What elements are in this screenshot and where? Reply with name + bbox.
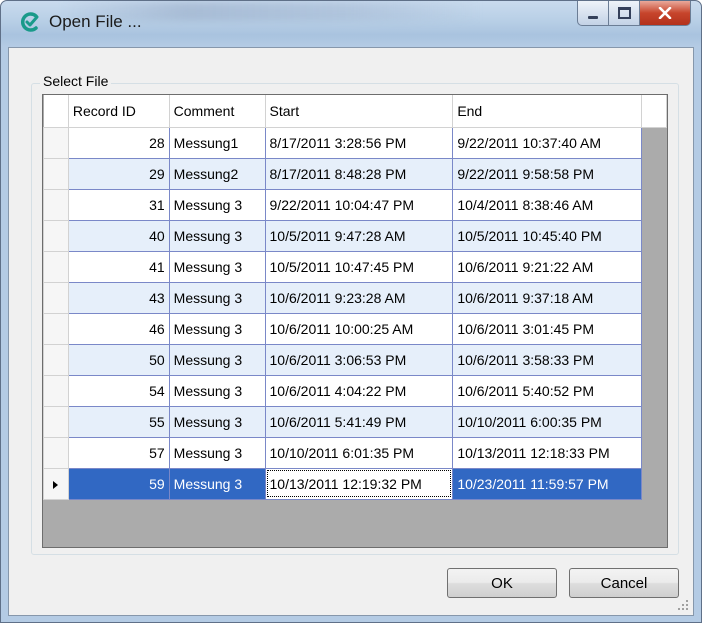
- table-row[interactable]: 59 Messung 3 10/13/2011 12:19:32 PM 10/23/2…: [43, 467, 667, 500]
- table-row[interactable]: 50 Messung 3 10/6/2011 3:06:53 PM 10/6/2011…: [43, 343, 667, 376]
- minimize-button[interactable]: [577, 1, 608, 26]
- table-row[interactable]: 46 Messung 3 10/6/2011 10:00:25 AM 10/6/201…: [43, 312, 667, 345]
- open-file-dialog: Open File ... Select File Record ID Comm…: [0, 0, 702, 623]
- row-header[interactable]: [43, 436, 69, 469]
- cell-record-id[interactable]: 54: [67, 374, 170, 407]
- cell-record-id[interactable]: 50: [67, 343, 170, 376]
- cell-record-id[interactable]: 41: [67, 250, 170, 283]
- cell-comment[interactable]: Messung2: [168, 157, 266, 190]
- cell-record-id[interactable]: 46: [67, 312, 170, 345]
- cell-comment[interactable]: Messung 3: [168, 343, 266, 376]
- cell-end[interactable]: 10/5/2011 10:45:40 PM: [452, 219, 643, 252]
- row-header-corner: [43, 95, 69, 128]
- cell-start[interactable]: 8/17/2011 8:48:28 PM: [264, 157, 454, 190]
- table-row[interactable]: 43 Messung 3 10/6/2011 9:23:28 AM 10/6/2011…: [43, 281, 667, 314]
- cell-comment[interactable]: Messung 3: [168, 188, 266, 221]
- cell-start[interactable]: 10/6/2011 5:41:49 PM: [264, 405, 454, 438]
- caption-buttons: [577, 1, 691, 27]
- column-header-record-id[interactable]: Record ID: [68, 95, 170, 128]
- cell-start[interactable]: 9/22/2011 10:04:47 PM: [264, 188, 454, 221]
- row-pointer-icon: [53, 480, 59, 489]
- close-icon: [658, 7, 672, 19]
- cell-comment[interactable]: Messung 3: [168, 219, 266, 252]
- table-row[interactable]: 40 Messung 3 10/5/2011 9:47:28 AM 10/5/2011…: [43, 219, 667, 252]
- resize-grip-icon[interactable]: [677, 599, 689, 611]
- cell-record-id[interactable]: 57: [67, 436, 170, 469]
- row-header[interactable]: [43, 157, 69, 190]
- table-row[interactable]: 31 Messung 3 9/22/2011 10:04:47 PM 10/4/201…: [43, 188, 667, 221]
- maximize-icon: [617, 7, 631, 19]
- cell-comment[interactable]: Messung 3: [168, 374, 266, 407]
- row-header[interactable]: [43, 467, 69, 500]
- row-header[interactable]: [43, 312, 69, 345]
- cell-end[interactable]: 10/6/2011 3:01:45 PM: [452, 312, 643, 345]
- cell-start[interactable]: 10/6/2011 4:04:22 PM: [264, 374, 454, 407]
- records-table: Record ID Comment Start End 28 Messung1 8/…: [43, 95, 667, 500]
- cell-comment[interactable]: Messung1: [168, 126, 266, 159]
- groupbox-label: Select File: [40, 73, 112, 89]
- cell-record-id[interactable]: 59: [67, 467, 170, 500]
- cell-end[interactable]: 10/13/2011 12:18:33 PM: [452, 436, 643, 469]
- cell-comment[interactable]: Messung 3: [168, 405, 266, 438]
- cell-end[interactable]: 9/22/2011 9:58:58 PM: [452, 157, 643, 190]
- row-header[interactable]: [43, 219, 69, 252]
- cell-end[interactable]: 10/6/2011 9:37:18 AM: [452, 281, 643, 314]
- cell-end[interactable]: 10/4/2011 8:38:46 AM: [452, 188, 643, 221]
- title-bar[interactable]: Open File ...: [1, 1, 701, 47]
- cell-record-id[interactable]: 43: [67, 281, 170, 314]
- table-row[interactable]: 29 Messung2 8/17/2011 8:48:28 PM 9/22/2011 …: [43, 157, 667, 190]
- row-header[interactable]: [43, 343, 69, 376]
- cell-end[interactable]: 10/23/2011 11:59:57 PM: [452, 467, 643, 500]
- table-row[interactable]: 41 Messung 3 10/5/2011 10:47:45 PM 10/6/201…: [43, 250, 667, 283]
- cell-start[interactable]: 10/6/2011 9:23:28 AM: [264, 281, 454, 314]
- row-header[interactable]: [43, 374, 69, 407]
- grid-body: 28 Messung1 8/17/2011 3:28:56 PM 9/22/2011 …: [43, 126, 667, 500]
- column-header-filler: [641, 95, 667, 128]
- cell-end[interactable]: 10/6/2011 3:58:33 PM: [452, 343, 643, 376]
- cell-end[interactable]: 10/10/2011 6:00:35 PM: [452, 405, 643, 438]
- table-row[interactable]: 55 Messung 3 10/6/2011 5:41:49 PM 10/10/201…: [43, 405, 667, 438]
- cell-start[interactable]: 10/6/2011 10:00:25 AM: [264, 312, 454, 345]
- table-row[interactable]: 57 Messung 3 10/10/2011 6:01:35 PM 10/13/20…: [43, 436, 667, 469]
- cell-start[interactable]: 10/10/2011 6:01:35 PM: [264, 436, 454, 469]
- cell-comment[interactable]: Messung 3: [168, 250, 266, 283]
- cell-end[interactable]: 10/6/2011 5:40:52 PM: [452, 374, 643, 407]
- app-logo-icon: [20, 12, 39, 32]
- cell-start[interactable]: 10/5/2011 9:47:28 AM: [264, 219, 454, 252]
- cell-start[interactable]: 10/6/2011 3:06:53 PM: [264, 343, 454, 376]
- cell-comment[interactable]: Messung 3: [168, 281, 266, 314]
- cell-start[interactable]: 10/5/2011 10:47:45 PM: [264, 250, 454, 283]
- row-header[interactable]: [43, 281, 69, 314]
- records-grid[interactable]: Record ID Comment Start End 28 Messung1 8/…: [42, 94, 668, 548]
- cell-end[interactable]: 10/6/2011 9:21:22 AM: [452, 250, 643, 283]
- table-row[interactable]: 28 Messung1 8/17/2011 3:28:56 PM 9/22/2011 …: [43, 126, 667, 159]
- table-row[interactable]: 54 Messung 3 10/6/2011 4:04:22 PM 10/6/2011…: [43, 374, 667, 407]
- row-header[interactable]: [43, 188, 69, 221]
- column-header-comment[interactable]: Comment: [169, 95, 266, 128]
- header-row: Record ID Comment Start End: [43, 95, 667, 128]
- cell-start[interactable]: 8/17/2011 3:28:56 PM: [264, 126, 454, 159]
- minimize-icon: [588, 15, 598, 19]
- maximize-button[interactable]: [608, 1, 640, 26]
- column-header-start[interactable]: Start: [265, 95, 454, 128]
- cell-record-id[interactable]: 40: [67, 219, 170, 252]
- cancel-button[interactable]: Cancel: [569, 568, 679, 598]
- window-title: Open File ...: [49, 12, 142, 31]
- cell-comment[interactable]: Messung 3: [168, 467, 266, 500]
- row-header[interactable]: [43, 250, 69, 283]
- cell-record-id[interactable]: 29: [67, 157, 170, 190]
- column-header-end[interactable]: End: [452, 95, 643, 128]
- row-header[interactable]: [43, 405, 69, 438]
- ok-button[interactable]: OK: [447, 568, 557, 598]
- cell-record-id[interactable]: 55: [67, 405, 170, 438]
- cell-comment[interactable]: Messung 3: [168, 436, 266, 469]
- cell-start[interactable]: 10/13/2011 12:19:32 PM: [264, 467, 454, 500]
- cell-record-id[interactable]: 31: [67, 188, 170, 221]
- cell-comment[interactable]: Messung 3: [168, 312, 266, 345]
- close-button[interactable]: [640, 1, 691, 26]
- cell-record-id[interactable]: 28: [67, 126, 170, 159]
- cell-end[interactable]: 9/22/2011 10:37:40 AM: [452, 126, 643, 159]
- dialog-client-area: Select File Record ID Comment Start End …: [8, 47, 694, 616]
- row-header[interactable]: [43, 126, 69, 159]
